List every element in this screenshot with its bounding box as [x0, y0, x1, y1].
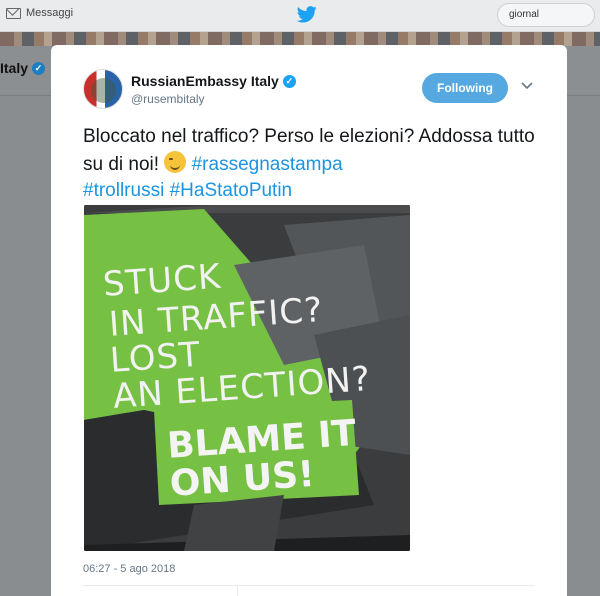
verified-icon: ✓ [32, 61, 46, 75]
messages-label: Messaggi [26, 7, 74, 19]
hashtag-link[interactable]: #trollrussi [83, 180, 164, 201]
divider [83, 585, 535, 586]
background-profile-name: Italy ✓ [0, 60, 46, 76]
tweet-timestamp[interactable]: 06:27 - 5 ago 2018 [83, 563, 175, 575]
winking-face-icon [164, 150, 187, 173]
user-display-name[interactable]: RussianEmbassy Italy ✓ [131, 73, 296, 89]
profile-banner [0, 32, 600, 46]
user-handle[interactable]: @rusembitaly [131, 92, 205, 106]
avatar[interactable] [83, 69, 123, 109]
tweet-text: Bloccato nel traffico? Perso le elezioni… [83, 126, 535, 201]
sign-line: STUCK [101, 256, 223, 305]
hashtag-link[interactable]: #HaStatoPutin [170, 180, 293, 201]
tweet-modal: RussianEmbassy Italy ✓ @rusembitaly Foll… [51, 45, 567, 596]
tweet-photo[interactable]: STUCK IN TRAFFIC? LOST AN ELECTION? BLAM… [84, 205, 410, 551]
following-button[interactable]: Following [422, 73, 508, 103]
verified-icon: ✓ [282, 74, 296, 88]
nav-messages[interactable]: Messaggi [6, 7, 73, 19]
top-nav-bar: Messaggi giornal [0, 0, 600, 32]
sign-blame-text: BLAME IT ON US! [165, 412, 358, 505]
chevron-down-icon[interactable] [520, 79, 534, 93]
search-value: giornal [509, 9, 540, 20]
twitter-bird-icon[interactable] [297, 6, 317, 23]
hashtag-link[interactable]: #rassegnastampa [192, 154, 343, 175]
mail-icon [6, 7, 21, 19]
search-input[interactable]: giornal [497, 3, 595, 27]
divider [237, 586, 238, 596]
